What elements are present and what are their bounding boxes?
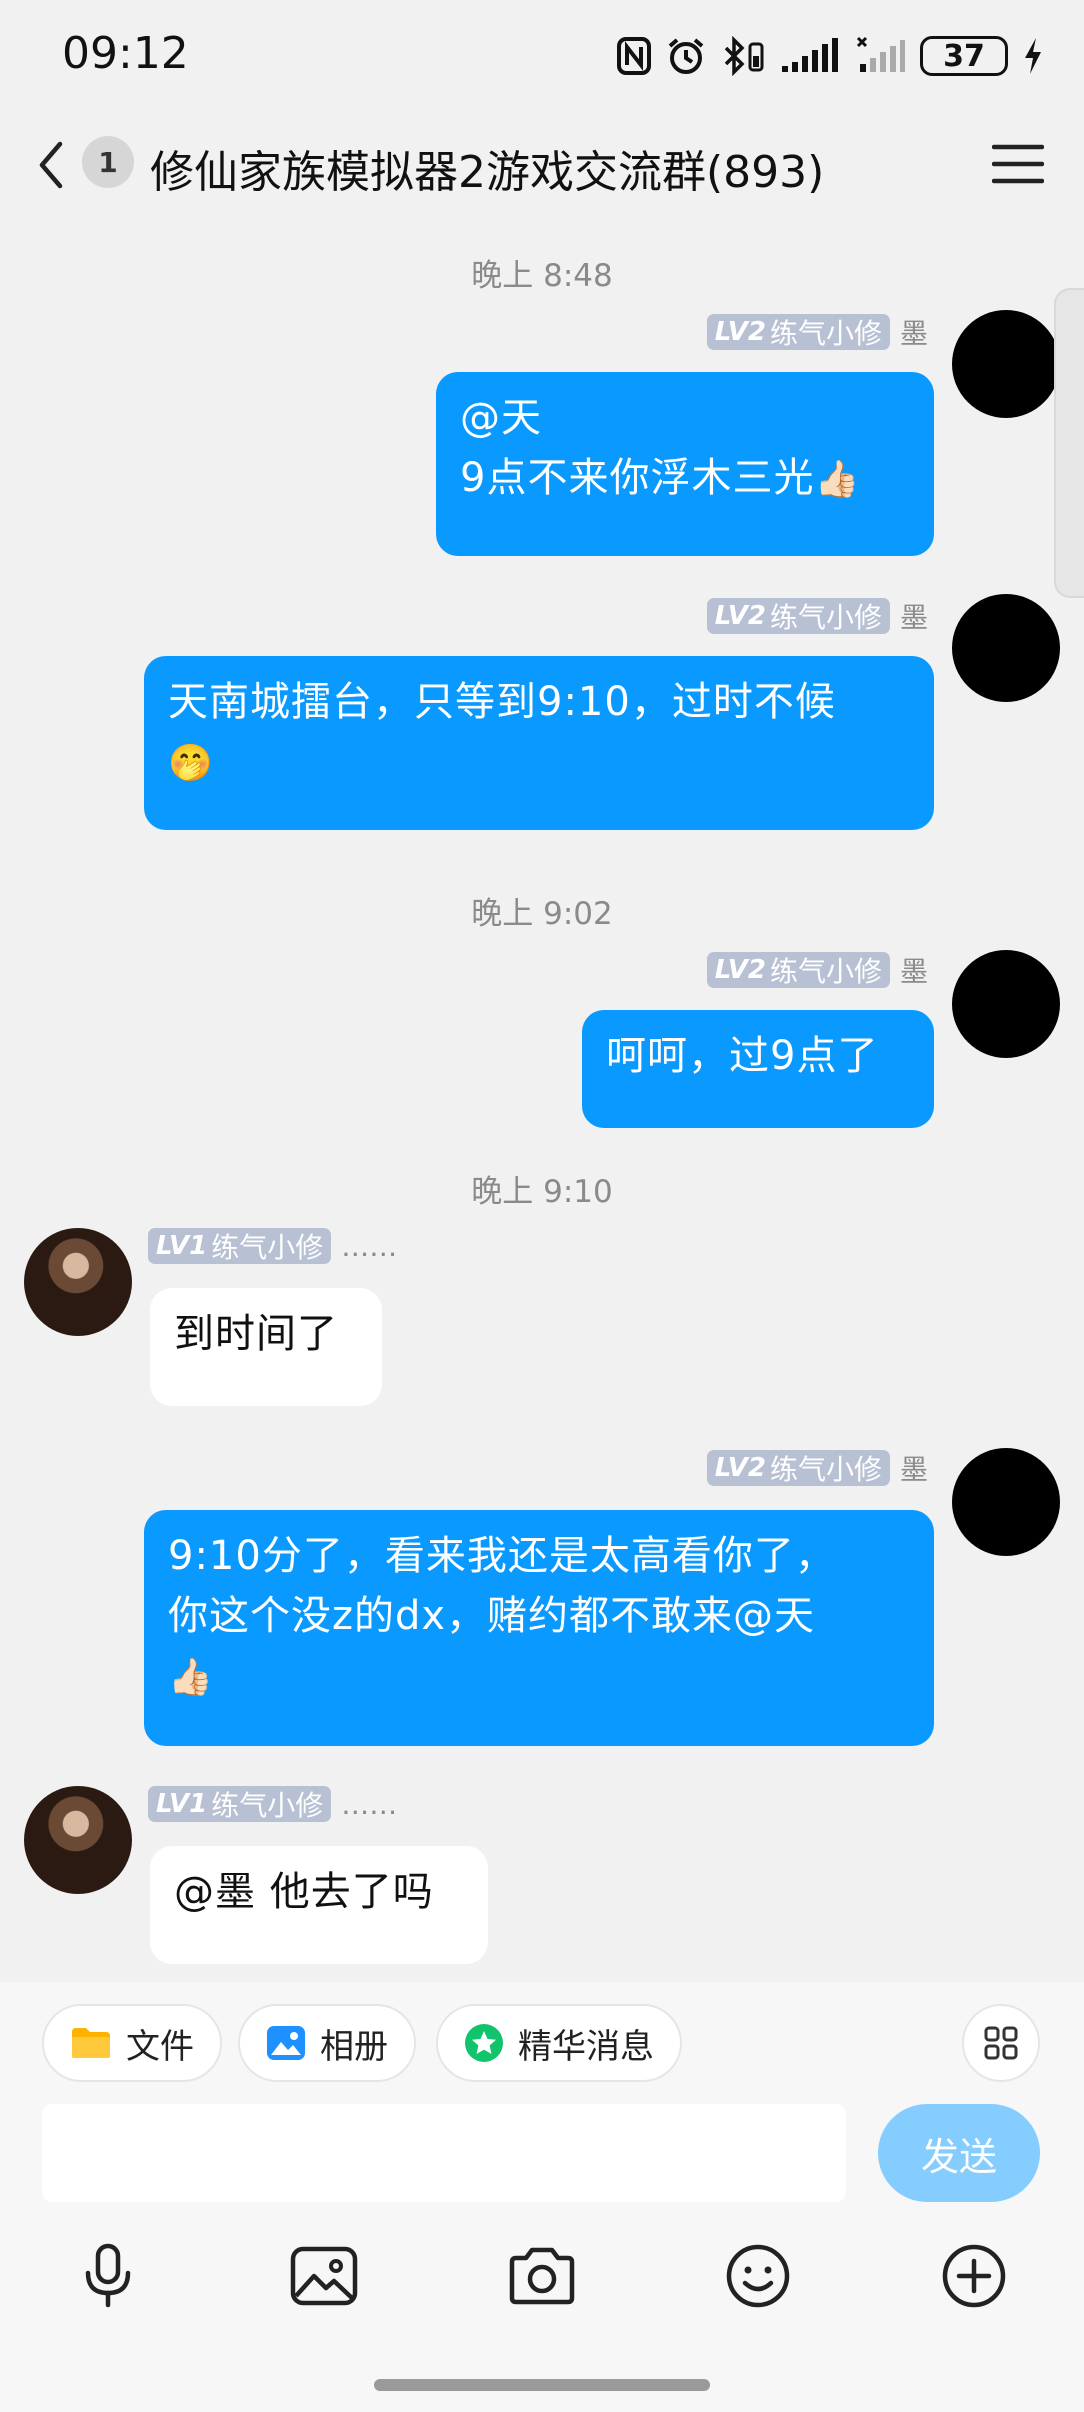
alarm-icon [668, 38, 704, 74]
sender-line: LV2 练气小修 墨 [706, 950, 928, 990]
status-bar: 09:12 37 [0, 0, 1084, 110]
unread-count-badge[interactable]: 1 [82, 136, 134, 188]
picture-icon [290, 2246, 358, 2306]
voice-button[interactable] [70, 2238, 146, 2314]
avatar[interactable] [952, 594, 1060, 702]
microphone-icon [85, 2243, 131, 2308]
input-toolbar: 文件 相册 精华消息 发送 [0, 1982, 1084, 2412]
sender-line: LV1 练气小修 …… [148, 1786, 397, 1822]
timestamp: 晚上 9:02 [471, 896, 613, 932]
level-badge: LV2 练气小修 [706, 598, 890, 634]
chat-title[interactable]: 修仙家族模拟器2游戏交流群(893) [150, 136, 824, 200]
home-indicator[interactable] [374, 2379, 710, 2391]
send-button[interactable]: 发送 [878, 2104, 1040, 2202]
menu-icon[interactable] [992, 142, 1044, 186]
camera-icon [509, 2247, 575, 2305]
camera-button[interactable] [504, 2238, 580, 2314]
sender-name: 墨 [899, 1453, 928, 1486]
gallery-button[interactable] [286, 2238, 362, 2314]
message-bubble[interactable]: @天 9点不来你浮木三光👍🏻 [436, 372, 934, 556]
scroll-handle[interactable] [1054, 288, 1084, 598]
signal-icon [782, 38, 838, 72]
more-button[interactable] [936, 2238, 1012, 2314]
avatar[interactable] [952, 1448, 1060, 1556]
apps-icon [984, 2026, 1018, 2060]
timestamp: 晚上 8:48 [471, 258, 613, 294]
image-icon [267, 2026, 305, 2060]
featured-messages-button[interactable]: 精华消息 [436, 2004, 682, 2082]
avatar[interactable] [952, 310, 1060, 418]
sender-name: 墨 [899, 955, 928, 988]
avatar[interactable] [952, 950, 1060, 1058]
album-button-label: 相册 [320, 2026, 388, 2067]
level-badge: LV2 练气小修 [706, 1450, 890, 1486]
sender-name: 墨 [899, 601, 928, 634]
message-bubble[interactable]: 天南城擂台，只等到9:10，过时不候 🤭 [144, 656, 934, 830]
sender-name: …… [341, 1787, 398, 1821]
status-icons: 37 [616, 30, 1044, 82]
bluetooth-icon [724, 36, 764, 76]
status-time: 09:12 [62, 28, 189, 79]
sender-line: LV2 练气小修 墨 [706, 1448, 928, 1488]
sender-line: LV2 练气小修 墨 [706, 312, 928, 352]
message-bubble[interactable]: 9:10分了，看来我还是太高看你了， 你这个没z的dx，赌约都不敢来@天 👍🏻 [144, 1510, 934, 1746]
level-badge: LV2 练气小修 [706, 952, 890, 988]
message-bubble[interactable]: 到时间了 [150, 1288, 382, 1406]
back-icon[interactable] [32, 140, 72, 190]
star-icon [465, 2024, 503, 2062]
thumbs-up-emoji: 👍🏻 [168, 1657, 214, 1698]
nfc-icon [617, 37, 651, 75]
message-bubble[interactable]: 呵呵，过9点了 [582, 1010, 934, 1128]
emoji-icon [726, 2244, 790, 2308]
charging-icon [1025, 38, 1041, 74]
battery-indicator: 37 [920, 36, 1008, 76]
featured-messages-label: 精华消息 [518, 2026, 654, 2067]
folder-icon [72, 2028, 110, 2058]
avatar[interactable] [24, 1228, 132, 1336]
shy-emoji: 🤭 [168, 743, 214, 784]
apps-button[interactable] [962, 2004, 1040, 2082]
signal-weak-icon [856, 36, 905, 72]
timestamp: 晚上 9:10 [471, 1174, 613, 1210]
level-badge: LV1 练气小修 [148, 1786, 332, 1822]
message-bubble[interactable]: @墨 他去了吗 [150, 1846, 488, 1964]
level-badge: LV1 练气小修 [148, 1228, 332, 1264]
sender-line: LV1 练气小修 …… [148, 1228, 397, 1264]
plus-icon [942, 2244, 1006, 2308]
message-input[interactable] [42, 2104, 846, 2202]
sender-name: …… [341, 1229, 398, 1263]
sender-line: LV2 练气小修 墨 [706, 596, 928, 636]
album-button[interactable]: 相册 [238, 2004, 416, 2082]
file-button-label: 文件 [126, 2026, 194, 2067]
level-badge: LV2 练气小修 [706, 314, 890, 350]
thumbs-up-emoji: 👍🏻 [814, 459, 861, 500]
avatar[interactable] [24, 1786, 132, 1894]
emoji-button[interactable] [720, 2238, 796, 2314]
chat-header: 1 修仙家族模拟器2游戏交流群(893) [0, 110, 1084, 220]
sender-name: 墨 [899, 317, 928, 350]
file-button[interactable]: 文件 [42, 2004, 222, 2082]
